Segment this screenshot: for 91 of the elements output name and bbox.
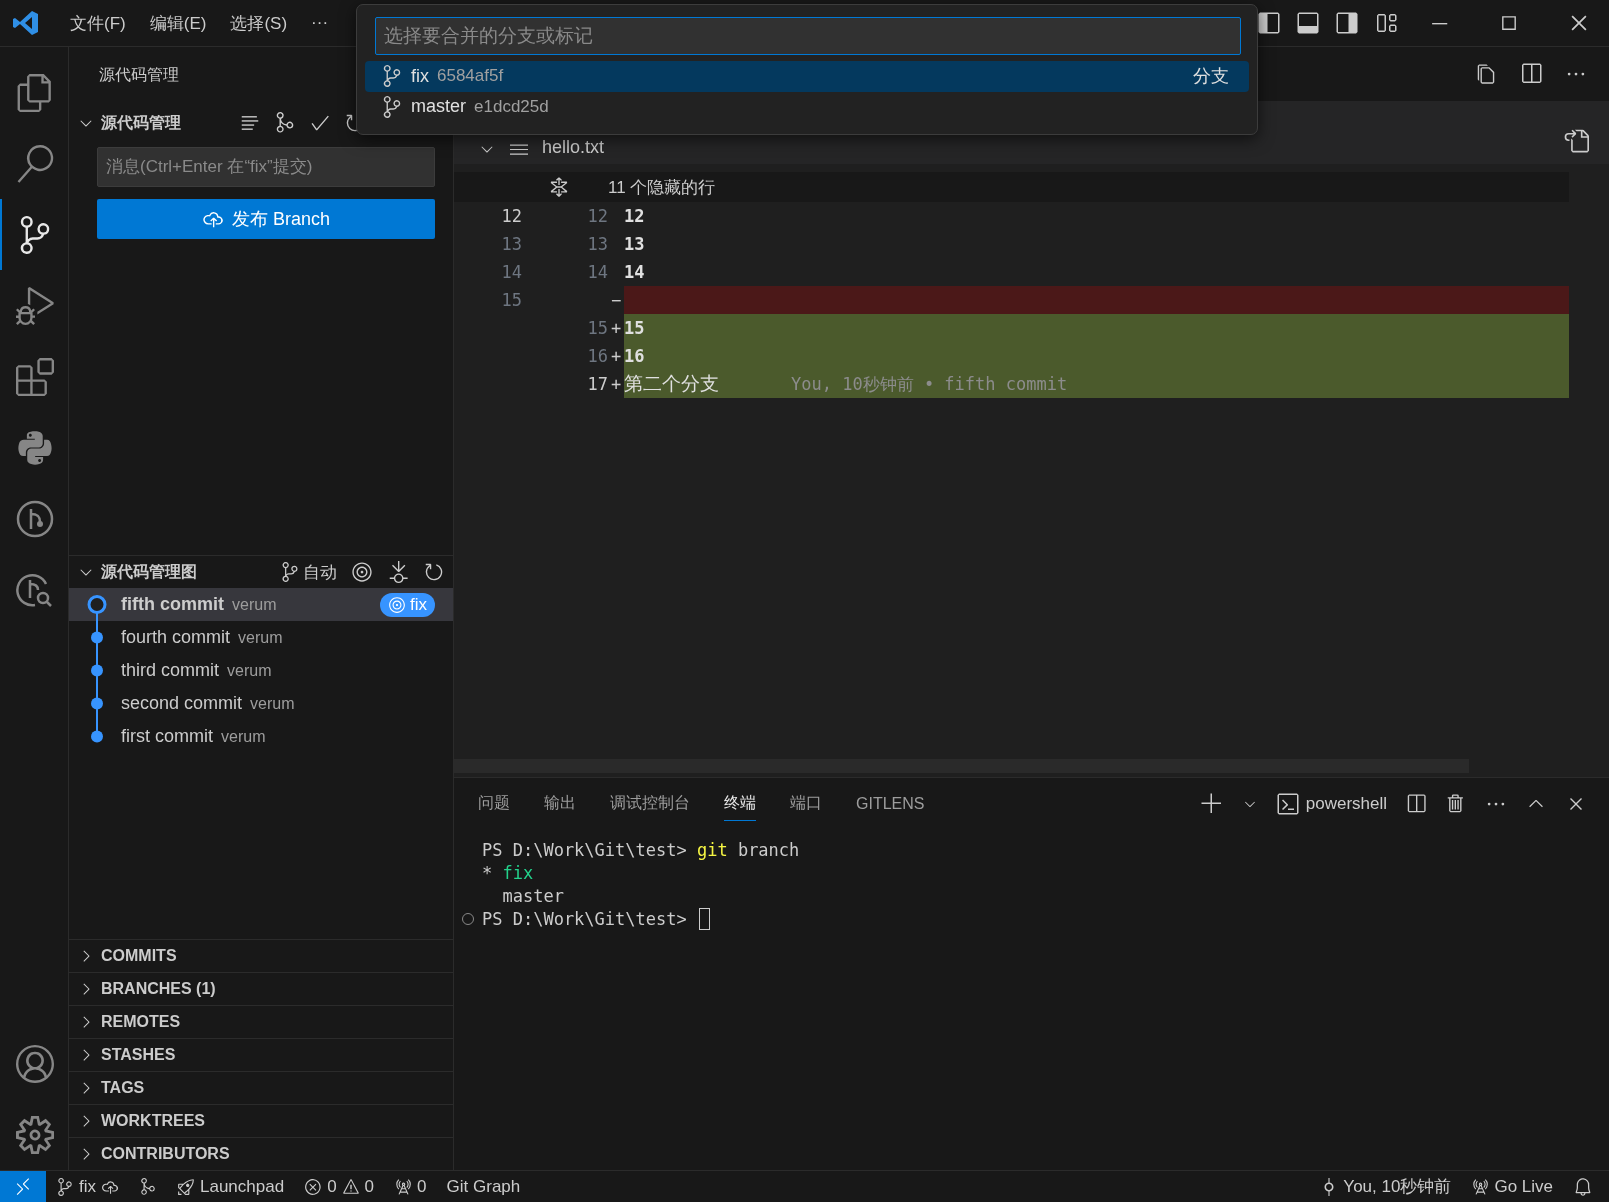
collapsed-section[interactable]: STASHES [69, 1038, 453, 1071]
section-title[interactable]: 源代码管理 [101, 112, 181, 134]
line-number: 12 [586, 206, 608, 226]
line-number: 12 [500, 206, 522, 226]
collapsed-section[interactable]: REMOTES [69, 1005, 453, 1038]
code-text: 13 [624, 234, 645, 254]
section-title: BRANCHES (1) [101, 980, 216, 998]
commit-author: verum [227, 661, 272, 680]
commit-author: verum [238, 628, 283, 647]
diff-sign: − [609, 290, 623, 310]
terminal-text: branch [736, 839, 800, 860]
section-title: COMMITS [101, 947, 177, 965]
sidebar-title: 源代码管理 [99, 65, 179, 85]
commit-message: first commit [121, 726, 213, 747]
commit-row[interactable]: fourth commit verum [69, 621, 453, 654]
file-name: hello.txt [542, 137, 605, 158]
diff-sign: + [609, 318, 623, 338]
panel-tab[interactable]: GITLENS [856, 788, 925, 820]
branch-kind-label: 分支 [1193, 65, 1229, 89]
commit-message: second commit [121, 693, 243, 714]
auto-label[interactable]: 自动 [303, 560, 337, 584]
diff-sign: + [609, 346, 623, 366]
panel-tab[interactable]: 终端 [724, 787, 756, 821]
collapsed-section[interactable]: WORKTREES [69, 1104, 453, 1137]
commit-message-field[interactable]: 消息(Ctrl+Enter 在“fix”提交) [97, 147, 435, 187]
terminal-text: fix [502, 862, 534, 883]
go-live-status[interactable]: Go Live [1461, 1176, 1563, 1197]
hidden-lines-label[interactable]: 11 个隐藏的行 [608, 175, 716, 199]
menu-item[interactable]: 编辑(E) [137, 11, 219, 35]
section-title: TAGS [101, 1079, 145, 1097]
menu-item[interactable]: 文件(F) [58, 11, 138, 35]
branch-name: master [411, 96, 466, 118]
line-number: 13 [500, 234, 522, 254]
line-number: 13 [586, 234, 608, 254]
code-text: 14 [624, 262, 645, 282]
commit-row[interactable]: third commit verum [69, 654, 453, 687]
terminal-text: * [482, 862, 494, 883]
menu-item[interactable]: 选择(S) [218, 11, 300, 35]
terminal-text: PS D:\Work\Git\test> [482, 908, 688, 929]
collapsed-section[interactable]: TAGS [69, 1071, 453, 1104]
commit-message: fourth commit [121, 627, 231, 648]
commit-row[interactable]: fifth commit verum fix [69, 588, 453, 621]
blame-annotation: You, 10秒钟前 • fifth commit [791, 372, 1068, 396]
terminal-text: git [696, 839, 728, 860]
collapsed-section[interactable]: BRANCHES (1) [69, 972, 453, 1005]
terminal-text: master [501, 885, 564, 906]
branch-option[interactable]: master e1dcd25d [365, 91, 1249, 122]
commit-author: verum [250, 694, 295, 713]
line-number: 15 [500, 290, 522, 310]
blame-status[interactable]: You, 10秒钟前 [1310, 1175, 1462, 1198]
panel-tab[interactable]: 调试控制台 [610, 787, 690, 821]
code-text: 第二个分支 [624, 372, 719, 396]
section-title: CONTRIBUTORS [101, 1145, 230, 1163]
line-number: 14 [586, 262, 608, 282]
commit-hash: e1dcd25d [474, 96, 549, 117]
terminal-name[interactable]: powershell [1305, 794, 1387, 814]
ports-status[interactable]: 0 [384, 1176, 437, 1197]
branch-picker-field[interactable]: 选择要合并的分支或标记 [375, 17, 1241, 56]
panel-tab[interactable]: 端口 [790, 787, 822, 821]
commit-row[interactable]: first commit verum [69, 720, 453, 753]
git-graph-status[interactable]: Git Graph [436, 1176, 531, 1197]
menu-item[interactable]: ··· [299, 13, 341, 33]
line-number: 14 [500, 262, 522, 282]
commit-hash: 6584af5f [437, 66, 504, 87]
branch-option[interactable]: fix 6584af5f 分支 [365, 61, 1249, 92]
section-title: REMOTES [101, 1013, 181, 1031]
commit-author: verum [221, 727, 266, 746]
branch-name: fix [411, 65, 429, 87]
panel-tab[interactable]: 输出 [544, 787, 576, 821]
line-number: 16 [586, 346, 608, 366]
line-number: 17 [586, 374, 608, 394]
collapsed-section[interactable]: COMMITS [69, 939, 453, 972]
commit-row[interactable]: second commit verum [69, 687, 453, 720]
launchpad-status[interactable]: Launchpad [167, 1176, 295, 1197]
publish-branch-button[interactable]: 发布 Branch [97, 199, 435, 239]
code-text: 15 [624, 318, 645, 338]
terminal-text: PS D:\Work\Git\test> [482, 839, 688, 860]
line-number: 15 [586, 318, 608, 338]
code-text: 12 [624, 206, 645, 226]
diff-sign: + [609, 374, 623, 394]
commit-message: fifth commit [121, 594, 224, 615]
section-title: WORKTREES [101, 1112, 205, 1130]
commit-author: verum [232, 595, 277, 614]
section-title: STASHES [101, 1046, 176, 1064]
code-text: 16 [624, 346, 645, 366]
commit-message: third commit [121, 660, 219, 681]
panel-tab[interactable]: 问题 [478, 787, 510, 821]
branch-status[interactable]: fix [46, 1176, 129, 1197]
section-title[interactable]: 源代码管理图 [101, 561, 197, 583]
branch-name: fix [410, 594, 427, 615]
problems-status[interactable]: 0 0 [294, 1176, 385, 1197]
